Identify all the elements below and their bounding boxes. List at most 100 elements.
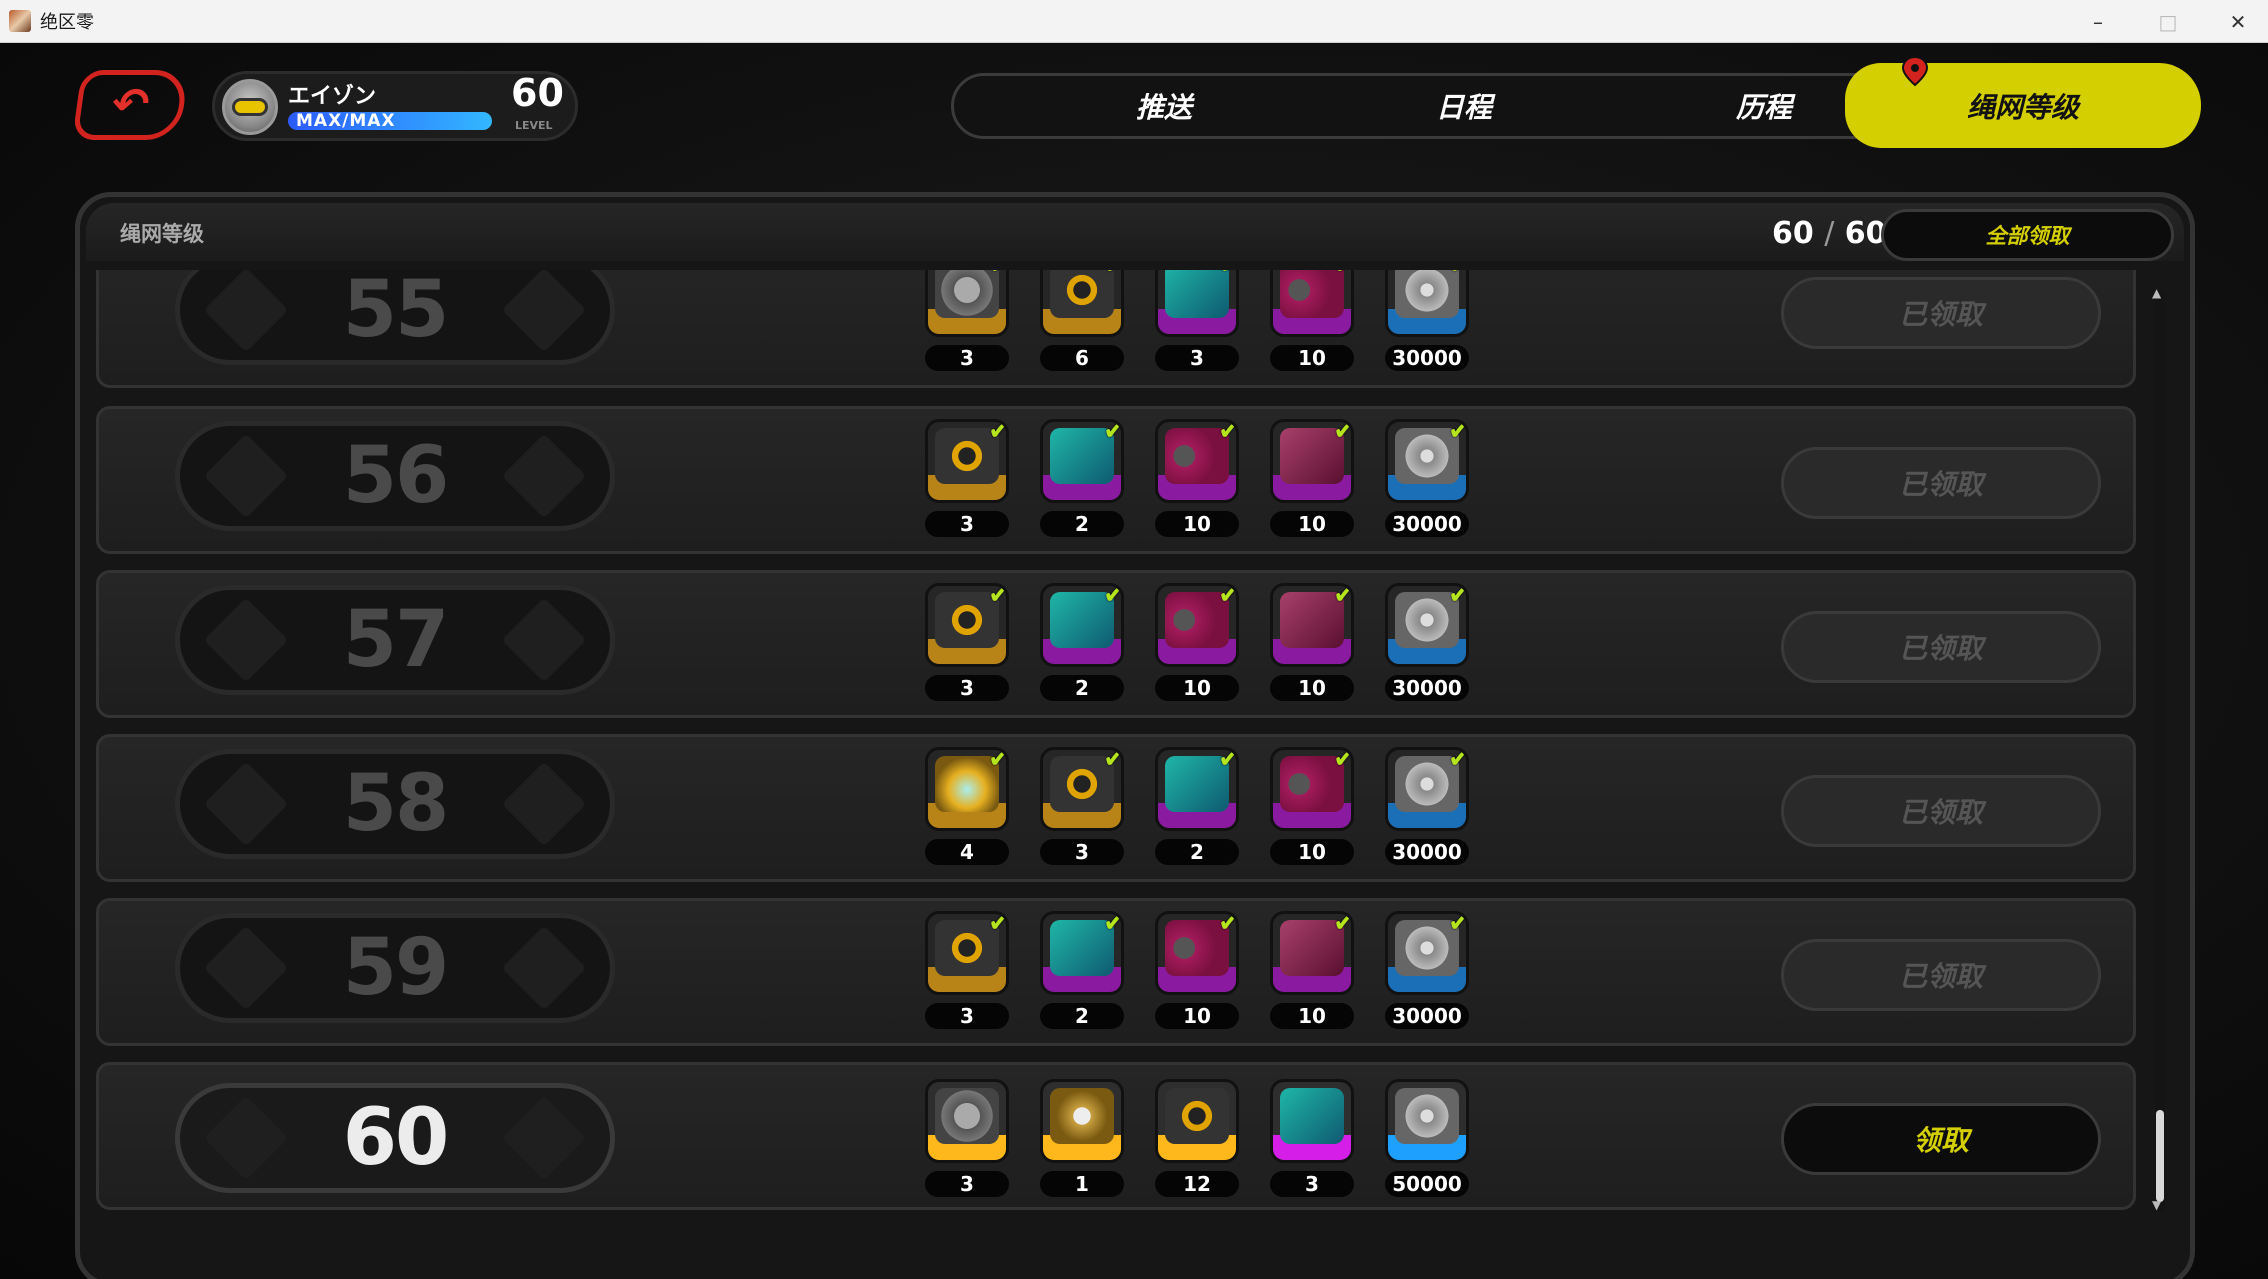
reward-quantity: 2: [1040, 1003, 1124, 1029]
reward-item[interactable]: ✔3: [925, 583, 1009, 701]
reward-row: 57 ✔ 3 ✔ 2 ✔ 10 ✔ 10 ✔ 30000 已领取: [96, 570, 2136, 718]
reward-item[interactable]: ✔ 30000: [1385, 419, 1469, 537]
player-profile[interactable]: エイゾン MAX/MAX 60 LEVEL: [212, 71, 578, 141]
claimed-button: 已领取: [1781, 939, 2101, 1011]
reward-item[interactable]: ✔3: [1155, 270, 1239, 371]
check-icon: ✔: [988, 583, 1009, 610]
claim-button[interactable]: 领取: [1781, 1103, 2101, 1175]
coil-icon: [1050, 1088, 1114, 1144]
scroll-up-icon[interactable]: ▲: [2152, 286, 2161, 300]
level-number: 58: [342, 759, 450, 849]
reward-quantity: 3: [1270, 1171, 1354, 1197]
reward-item[interactable]: ✔ 10: [1270, 270, 1354, 371]
scrollbar[interactable]: [2155, 290, 2165, 1212]
scroll-thumb[interactable]: [2156, 1110, 2164, 1202]
minimize-icon[interactable]: –: [2063, 0, 2133, 43]
claim-all-button[interactable]: 全部领取: [1881, 209, 2174, 261]
level-bar-text: MAX/MAX: [296, 111, 396, 131]
reward-item[interactable]: 1: [1040, 1079, 1124, 1197]
check-icon: ✔: [1333, 911, 1354, 938]
reward-item[interactable]: ✔ 2: [1040, 911, 1124, 1029]
panel-title: 绳网等级: [120, 222, 204, 246]
reward-item[interactable]: ✔ 4: [925, 747, 1009, 865]
reward-quantity: 4: [925, 839, 1009, 865]
reward-icon-frame: ✔: [1040, 270, 1124, 337]
reward-item[interactable]: ✔ 10: [1270, 747, 1354, 865]
claimed-button: 已领取: [1781, 277, 2101, 349]
reward-item[interactable]: 3: [925, 1079, 1009, 1197]
chevron-left-icon: [203, 1095, 289, 1181]
reward-item[interactable]: ✔3: [1040, 747, 1124, 865]
reward-item[interactable]: ✔3: [925, 419, 1009, 537]
back-button[interactable]: ↶: [72, 70, 189, 140]
reward-row: 56 ✔ 3 ✔ 2 ✔ 10 ✔ 10 ✔ 30000 已领取: [96, 406, 2136, 554]
reward-quantity: 50000: [1385, 1171, 1469, 1197]
reward-row: 58 ✔ 4 ✔ 3 ✔ 2 ✔ 10 ✔ 30000 已领取: [96, 734, 2136, 882]
reward-item[interactable]: ✔ 30000: [1385, 747, 1469, 865]
reward-item[interactable]: ✔ 10: [1270, 583, 1354, 701]
check-icon: ✔: [1448, 419, 1469, 446]
reward-item[interactable]: ✔ 10: [1155, 911, 1239, 1029]
tab-inter-knot-level[interactable]: 绳网等级: [1845, 63, 2201, 148]
reward-quantity: 3: [925, 511, 1009, 537]
location-pin-icon: [1901, 55, 1929, 87]
reward-icon-frame: [925, 1079, 1009, 1163]
tab-history[interactable]: 历程: [1654, 76, 1874, 136]
level-number: 55: [342, 270, 450, 355]
reward-item[interactable]: ✔ 30000: [1385, 911, 1469, 1029]
reward-icon-frame: ✔: [1385, 583, 1469, 667]
avatar: [222, 79, 278, 135]
reward-item[interactable]: ✔ 10: [1155, 419, 1239, 537]
check-icon: ✔: [1103, 747, 1124, 774]
reward-item[interactable]: ✔ 2: [1040, 419, 1124, 537]
reward-item[interactable]: 50000: [1385, 1079, 1469, 1197]
reward-quantity: 1: [1040, 1171, 1124, 1197]
close-icon[interactable]: ✕: [2203, 0, 2268, 43]
reward-quantity: 10: [1155, 675, 1239, 701]
tab-schedule[interactable]: 日程: [1354, 76, 1574, 136]
reward-quantity: 10: [1270, 511, 1354, 537]
reward-item[interactable]: ✔ 30000: [1385, 583, 1469, 701]
reward-item[interactable]: ✔ 2: [1040, 583, 1124, 701]
reward-item[interactable]: ✔ 10: [1155, 583, 1239, 701]
check-icon: ✔: [1103, 911, 1124, 938]
reward-quantity: 10: [1270, 675, 1354, 701]
check-icon: ✔: [1333, 583, 1354, 610]
reward-row: 60 3 1 12 3 50000 领取: [96, 1062, 2136, 1210]
reward-item[interactable]: ✔6: [1040, 270, 1124, 371]
reward-item[interactable]: ✔3: [925, 911, 1009, 1029]
chevron-left-icon: [203, 270, 289, 353]
rewards-list[interactable]: 55✔3✔6✔3✔10✔30000已领取56✔3✔2✔10✔10✔30000已领…: [96, 270, 2136, 1218]
reward-quantity: 2: [1040, 675, 1124, 701]
window-title: 绝区零: [40, 12, 94, 33]
reward-item[interactable]: ✔ 2: [1155, 747, 1239, 865]
check-icon: ✔: [988, 270, 1006, 280]
reward-item[interactable]: 3: [1270, 1079, 1354, 1197]
scroll-down-icon[interactable]: ▼: [2152, 1198, 2161, 1212]
film-reel-icon: [935, 1088, 999, 1144]
reward-item[interactable]: 12: [1155, 1079, 1239, 1197]
chevron-left-icon: [203, 925, 289, 1011]
reward-icon-frame: ✔: [925, 419, 1009, 503]
reward-icon-frame: ✔: [1270, 419, 1354, 503]
maximize-icon[interactable]: □: [2133, 0, 2203, 43]
reward-quantity: 12: [1155, 1171, 1239, 1197]
check-icon: ✔: [988, 419, 1009, 446]
check-icon: ✔: [1103, 583, 1124, 610]
reward-quantity: 2: [1040, 511, 1124, 537]
check-icon: ✔: [1448, 270, 1466, 280]
reward-item[interactable]: ✔3: [925, 270, 1009, 371]
claimed-button: 已领取: [1781, 611, 2101, 683]
reward-icon-frame: ✔: [1270, 270, 1354, 337]
reward-quantity: 2: [1155, 839, 1239, 865]
tab-push[interactable]: 推送: [1054, 76, 1274, 136]
back-arrow-icon: ↶: [108, 79, 153, 130]
reward-quantity: 3: [925, 1171, 1009, 1197]
reward-item[interactable]: ✔ 30000: [1385, 270, 1469, 371]
reward-item[interactable]: ✔ 10: [1270, 419, 1354, 537]
reward-icon-frame: ✔: [1270, 911, 1354, 995]
reward-item[interactable]: ✔ 10: [1270, 911, 1354, 1029]
check-icon: ✔: [1218, 747, 1239, 774]
counter-current: 60: [1772, 216, 1814, 251]
reward-icon-frame: ✔: [925, 911, 1009, 995]
